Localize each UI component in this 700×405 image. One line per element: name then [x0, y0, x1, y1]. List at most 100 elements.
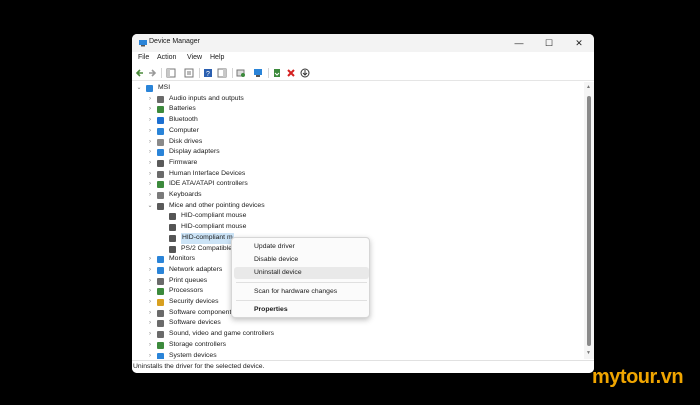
- chevron-down-icon[interactable]: ⌄: [147, 201, 153, 212]
- menu-action[interactable]: Action: [157, 54, 176, 61]
- storage-icon: [157, 341, 164, 349]
- security-icon: [157, 299, 164, 306]
- tree-category[interactable]: › Human Interface Devices: [132, 169, 584, 180]
- menu-help[interactable]: Help: [210, 54, 224, 61]
- tree-root-msi[interactable]: ⌄ MSI: [132, 83, 584, 94]
- download-icon[interactable]: [300, 68, 310, 78]
- tree-category[interactable]: › Software devices: [132, 318, 584, 329]
- chevron-right-icon[interactable]: ›: [147, 329, 153, 340]
- menu-view[interactable]: View: [187, 54, 202, 61]
- menu-file[interactable]: File: [138, 54, 149, 61]
- tree-category[interactable]: › Bluetooth: [132, 115, 584, 126]
- toolbar-separator: [161, 68, 162, 78]
- chevron-right-icon[interactable]: ›: [147, 94, 153, 105]
- ctx-separator: [236, 300, 367, 301]
- tree-item-label: Network adapters: [169, 265, 223, 273]
- chevron-right-icon[interactable]: ›: [147, 254, 153, 265]
- window-title: Device Manager: [149, 38, 200, 45]
- chevron-right-icon[interactable]: ›: [147, 351, 153, 360]
- chevron-right-icon[interactable]: ›: [147, 286, 153, 297]
- ctx-update-driver[interactable]: Update driver: [234, 241, 369, 253]
- monitor-icon[interactable]: [253, 68, 263, 78]
- uninstall-icon[interactable]: [286, 68, 296, 78]
- tree-category[interactable]: ⌄ Mice and other pointing devices: [132, 201, 584, 212]
- chevron-down-icon[interactable]: ⌄: [136, 83, 142, 94]
- tree-category[interactable]: › IDE ATA/ATAPI controllers: [132, 179, 584, 190]
- chevron-right-icon[interactable]: ›: [147, 115, 153, 126]
- tree-category[interactable]: › Computer: [132, 126, 584, 137]
- status-bar: Uninstalls the driver for the selected d…: [132, 360, 594, 373]
- minimize-button[interactable]: —: [504, 34, 534, 52]
- chevron-right-icon[interactable]: ›: [147, 190, 153, 201]
- ctx-disable-device[interactable]: Disable device: [234, 254, 369, 266]
- chevron-right-icon[interactable]: ›: [147, 158, 153, 169]
- chevron-right-icon[interactable]: ›: [147, 104, 153, 115]
- tree-item-label: PS/2 Compatible: [181, 244, 233, 252]
- update-driver-icon[interactable]: [272, 68, 282, 78]
- chevron-right-icon[interactable]: ›: [147, 126, 153, 137]
- tree-category[interactable]: › System devices: [132, 351, 584, 360]
- vertical-scrollbar[interactable]: ▲ ▼: [584, 82, 594, 359]
- display-adapter-icon: [157, 149, 164, 157]
- tree-item-label: Software components: [169, 308, 235, 316]
- tree-category[interactable]: › Batteries: [132, 104, 584, 115]
- mouse-icon: [169, 213, 176, 221]
- tree-category[interactable]: › Storage controllers: [132, 340, 584, 351]
- tree-item-label: HID-compliant mouse: [181, 212, 247, 220]
- watermark-text: mytour.vn: [592, 366, 684, 388]
- chevron-right-icon[interactable]: ›: [147, 147, 153, 158]
- sound-icon: [157, 331, 164, 339]
- chevron-right-icon[interactable]: ›: [147, 318, 153, 329]
- tree-item-label: Print queues: [169, 276, 208, 284]
- tree-item-label: Computer: [169, 126, 199, 134]
- properties-icon[interactable]: [184, 68, 194, 78]
- chevron-right-icon[interactable]: ›: [147, 308, 153, 319]
- menu-bar: File Action View Help: [132, 53, 594, 65]
- close-button[interactable]: ✕: [564, 34, 594, 52]
- show-hide-tree-icon[interactable]: [166, 68, 176, 78]
- back-arrow-icon[interactable]: [135, 68, 145, 78]
- scroll-thumb[interactable]: [587, 96, 591, 346]
- toolbar-separator: [199, 68, 200, 78]
- tree-item-label: Firmware: [169, 158, 198, 166]
- help-icon[interactable]: ?: [203, 68, 213, 78]
- chevron-right-icon[interactable]: ›: [147, 276, 153, 287]
- tree-item-label: Software devices: [169, 319, 221, 327]
- chevron-right-icon[interactable]: ›: [147, 265, 153, 276]
- title-bar[interactable]: Device Manager — ☐ ✕: [132, 34, 594, 52]
- scroll-up-icon[interactable]: ▲: [586, 84, 591, 90]
- tree-item-label: HID-compliant mouse: [181, 223, 247, 231]
- network-icon: [157, 266, 164, 274]
- maximize-button[interactable]: ☐: [534, 34, 564, 52]
- software-device-icon: [157, 320, 164, 328]
- chevron-right-icon[interactable]: ›: [147, 340, 153, 351]
- forward-arrow-icon[interactable]: [147, 68, 157, 78]
- ctx-scan-hardware[interactable]: Scan for hardware changes: [234, 286, 369, 298]
- chevron-right-icon[interactable]: ›: [147, 297, 153, 308]
- tree-device-mouse[interactable]: HID-compliant mouse: [132, 211, 584, 222]
- action-pane-icon[interactable]: [217, 68, 227, 78]
- ctx-uninstall-device[interactable]: Uninstall device: [234, 267, 369, 279]
- ctx-separator: [236, 282, 367, 283]
- speaker-icon: [157, 95, 164, 103]
- toolbar-separator: [268, 68, 269, 78]
- tree-device-mouse[interactable]: HID-compliant mouse: [132, 222, 584, 233]
- chevron-right-icon[interactable]: ›: [147, 169, 153, 180]
- tree-category[interactable]: › Audio inputs and outputs: [132, 94, 584, 105]
- tree-category[interactable]: › Display adapters: [132, 147, 584, 158]
- chevron-right-icon[interactable]: ›: [147, 137, 153, 148]
- tree-item-label: Bluetooth: [169, 116, 198, 124]
- ctx-properties[interactable]: Properties: [234, 304, 369, 316]
- battery-icon: [157, 106, 164, 114]
- watermark: mytour.vn: [592, 366, 696, 392]
- tree-category[interactable]: › Firmware: [132, 158, 584, 169]
- scan-hardware-icon[interactable]: [236, 68, 246, 78]
- chevron-right-icon[interactable]: ›: [147, 179, 153, 190]
- tree-category[interactable]: › Sound, video and game controllers: [132, 329, 584, 340]
- tree-item-label: Monitors: [169, 255, 196, 263]
- tree-category[interactable]: › Keyboards: [132, 190, 584, 201]
- tree-item-label: Security devices: [169, 298, 219, 305]
- scroll-down-icon[interactable]: ▼: [586, 350, 591, 356]
- tree-category[interactable]: › Disk drives: [132, 137, 584, 148]
- tree-item-label: Audio inputs and outputs: [169, 94, 244, 102]
